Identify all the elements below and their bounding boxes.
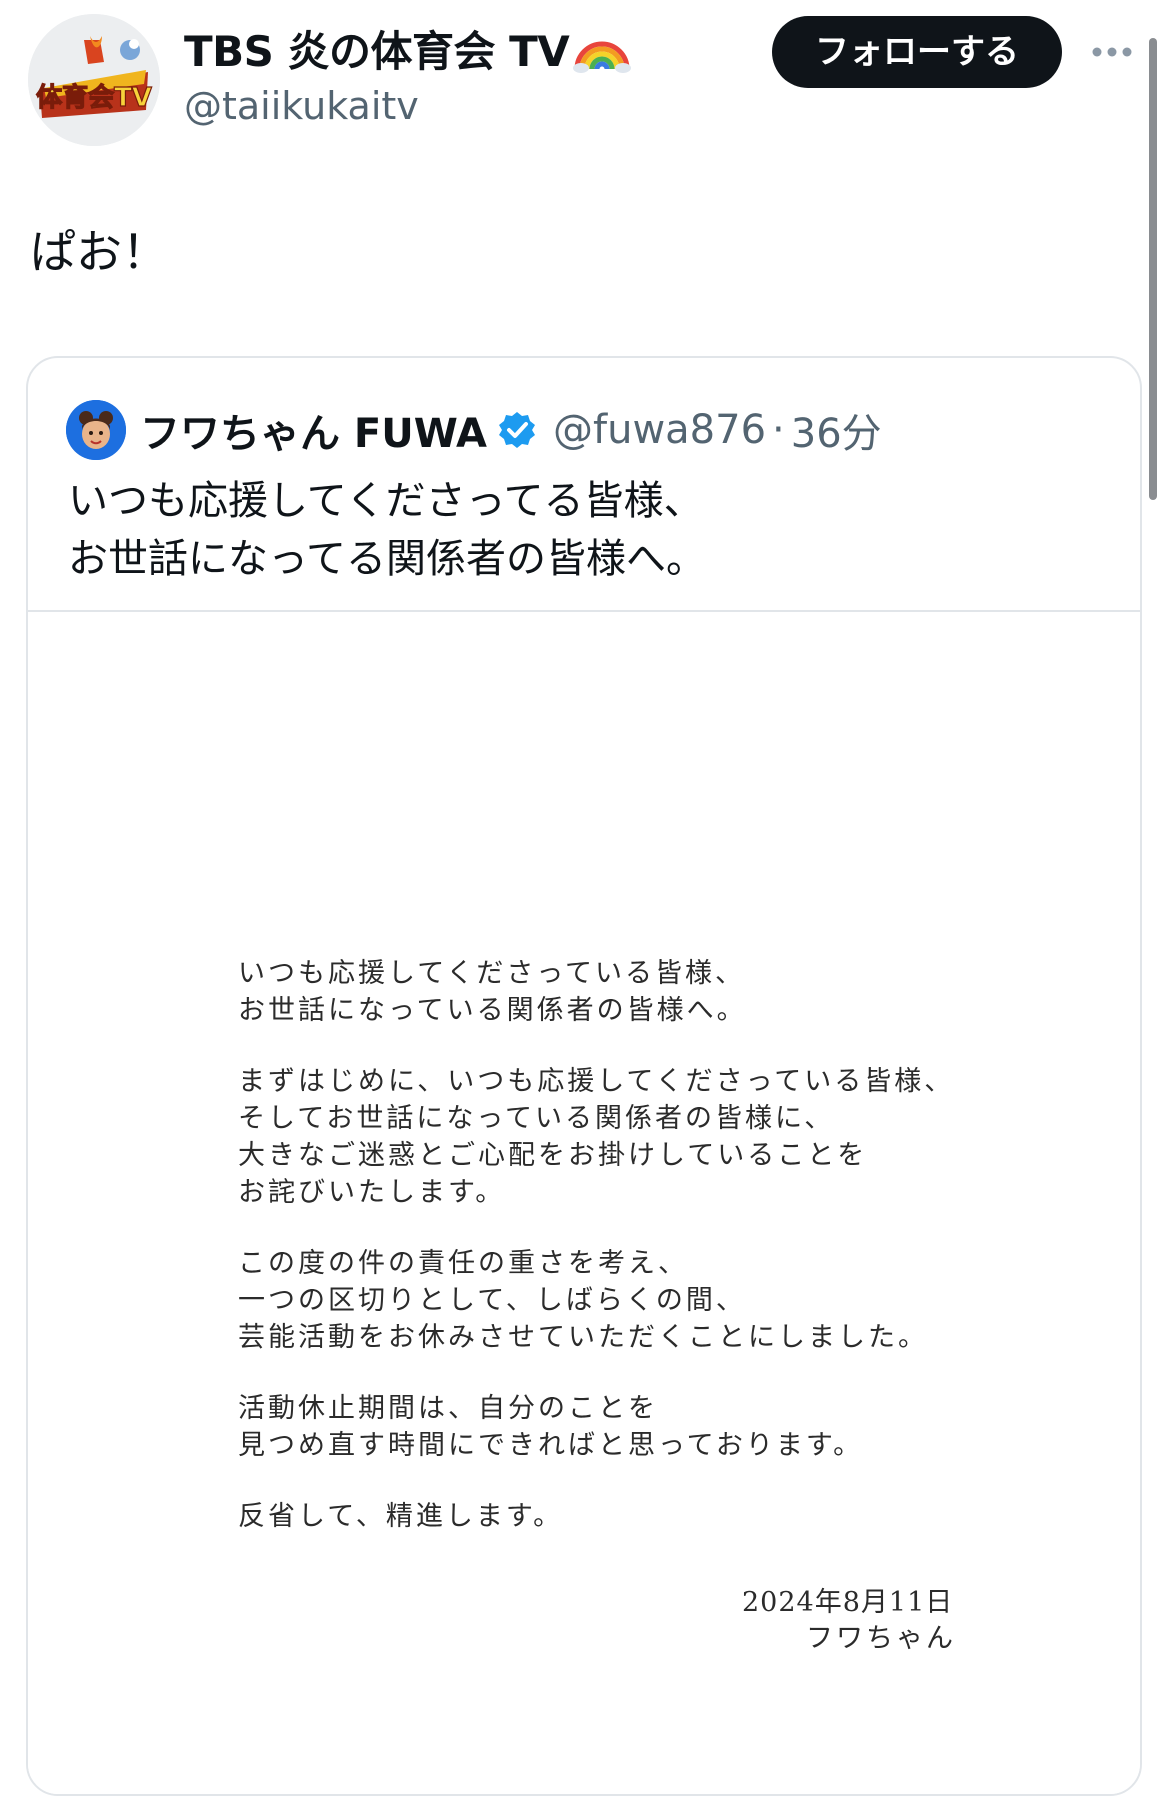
quoted-tweet-text: いつも応援してくださってる皆様、 お世話になってる関係者の皆様へ。 xyxy=(68,472,706,588)
letter-paragraph: 活動休止期間は、自分のことを 見つめ直す時間にできればと思っております。 xyxy=(238,1390,954,1464)
taiikukai-logo: 体育会TV xyxy=(28,14,160,146)
follow-button[interactable]: フォローする xyxy=(772,16,1062,88)
author-avatar[interactable]: 体育会TV xyxy=(28,14,160,146)
letter-line: いつも応援してくださっている皆様、 xyxy=(238,958,746,989)
quoted-author-avatar[interactable] xyxy=(66,400,126,460)
letter-line: 反省して、精進します。 xyxy=(238,1501,564,1532)
attached-letter-image[interactable]: いつも応援してくださっている皆様、 お世話になっている関係者の皆様へ。 まずはじ… xyxy=(28,612,1140,1794)
quoted-tweet-time[interactable]: 36分 xyxy=(791,401,882,459)
letter-line: 活動休止期間は、自分のことを xyxy=(238,1393,658,1424)
letter-date: 2024年8月11日 xyxy=(742,1587,954,1618)
quoted-author-handle[interactable]: @fuwa876 xyxy=(553,407,766,453)
letter-body: いつも応援してくださっている皆様、 お世話になっている関係者の皆様へ。 まずはじ… xyxy=(238,955,954,1535)
letter-line: 芸能活動をお休みさせていただくことにしました。 xyxy=(238,1322,928,1353)
quoted-tweet-line: お世話になってる関係者の皆様へ。 xyxy=(68,536,706,582)
rainbow-emoji-icon xyxy=(573,29,632,73)
letter-line: 一つの区切りとして、しばらくの間、 xyxy=(238,1285,746,1316)
meta-separator: · xyxy=(772,407,785,453)
letter-line: この度の件の責任の重さを考え、 xyxy=(238,1248,688,1279)
letter-signature: フワちゃん xyxy=(806,1623,956,1654)
quoted-tweet-card[interactable]: フワちゃん FUWA @fuwa876 · 36分 いつも応援してくださってる皆… xyxy=(26,356,1142,1796)
letter-paragraph: まずはじめに、いつも応援してくださっている皆様、 そしてお世話になっている関係者… xyxy=(238,1063,954,1211)
tweet-text: ぱお！ xyxy=(30,225,168,279)
quoted-tweet-header: フワちゃん FUWA @fuwa876 · 36分 xyxy=(66,398,882,462)
author-handle[interactable]: @taiikukaitv xyxy=(184,82,419,130)
more-horizontal-icon[interactable] xyxy=(1090,38,1134,66)
author-name-text: TBS 炎の体育会 TV xyxy=(184,27,570,76)
letter-line: そしてお世話になっている関係者の皆様に、 xyxy=(238,1103,835,1134)
letter-line: お詫びいたします。 xyxy=(238,1177,506,1208)
letter-paragraph: 反省して、精進します。 xyxy=(238,1498,954,1535)
svg-text:体育会TV: 体育会TV xyxy=(36,82,152,113)
letter-line: まずはじめに、いつも応援してくださっている皆様、 xyxy=(238,1066,955,1097)
letter-paragraph: いつも応援してくださっている皆様、 お世話になっている関係者の皆様へ。 xyxy=(238,955,954,1029)
letter-line: 大きなご迷惑とご心配をお掛けしていることを xyxy=(238,1140,868,1171)
verified-badge-icon xyxy=(497,410,537,450)
letter-paragraph: この度の件の責任の重さを考え、 一つの区切りとして、しばらくの間、 芸能活動をお… xyxy=(238,1245,954,1356)
letter-line: お世話になっている関係者の皆様へ。 xyxy=(238,995,747,1026)
quoted-author-name[interactable]: フワちゃん FUWA xyxy=(140,401,487,459)
letter-line: 見つめ直す時間にできればと思っております。 xyxy=(238,1430,864,1461)
scrollbar-thumb[interactable] xyxy=(1149,38,1157,500)
author-display-name[interactable]: TBS 炎の体育会 TV xyxy=(184,26,632,78)
quoted-tweet-line: いつも応援してくださってる皆様、 xyxy=(68,478,704,524)
